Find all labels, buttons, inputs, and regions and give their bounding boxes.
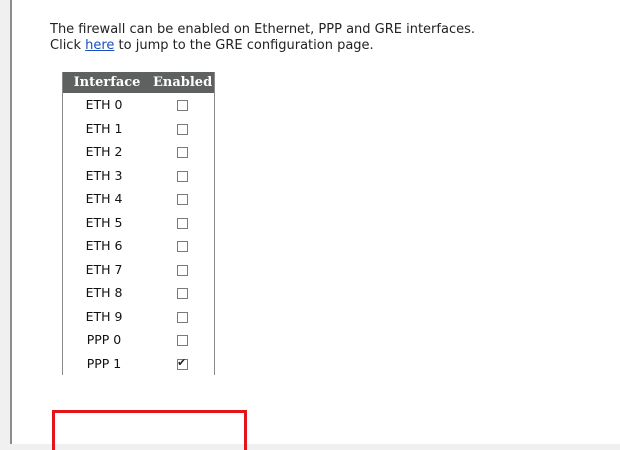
enabled-checkbox[interactable] xyxy=(177,241,189,253)
enabled-checkbox[interactable] xyxy=(177,311,189,323)
enabled-checkbox[interactable] xyxy=(177,335,189,347)
interface-name: ETH 8 xyxy=(85,285,123,301)
interface-name: ETH 1 xyxy=(85,120,123,136)
enabled-cell xyxy=(151,117,215,141)
description-suffix: to jump to the GRE configuration page. xyxy=(114,38,374,53)
table-row: ETH 6 xyxy=(63,234,215,258)
interface-name: ETH 2 xyxy=(85,144,123,160)
interface-name: PPP 0 xyxy=(86,332,122,348)
enabled-checkbox[interactable] xyxy=(177,194,189,206)
interface-name: ETH 7 xyxy=(85,261,123,277)
enabled-cell xyxy=(151,305,215,329)
interface-name: PPP 1 xyxy=(86,355,122,371)
enabled-cell xyxy=(151,211,215,235)
enabled-checkbox[interactable] xyxy=(177,264,189,276)
interface-name: ETH 5 xyxy=(85,214,123,230)
enabled-cell xyxy=(151,234,215,258)
enabled-cell xyxy=(151,140,215,164)
enabled-cell xyxy=(151,187,215,211)
enabled-cell xyxy=(151,258,215,282)
enabled-cell xyxy=(151,281,215,305)
interface-name: ETH 4 xyxy=(85,191,123,207)
header-interface: Interface xyxy=(62,72,151,93)
interface-name: ETH 3 xyxy=(85,167,123,183)
enabled-checkbox[interactable] xyxy=(177,123,189,135)
table-row: ETH 2 xyxy=(63,140,215,164)
header-enabled: Enabled xyxy=(151,72,215,93)
interface-table: Interface Enabled ETH 0 ETH 1 ETH 2 ETH 3 ET… xyxy=(62,72,216,375)
table-row: ETH 3 xyxy=(63,164,215,188)
page: The firewall can be enabled on Ethernet,… xyxy=(0,0,620,450)
description-prefix: Click xyxy=(50,38,86,53)
selection-highlight xyxy=(52,410,247,450)
enabled-checkbox[interactable] xyxy=(177,170,189,182)
interface-name: ETH 0 xyxy=(85,97,123,113)
enabled-checkbox[interactable]: ✔ xyxy=(177,355,189,370)
enabled-cell xyxy=(151,328,215,352)
table-row: PPP 1 ✔ xyxy=(63,352,215,376)
description-line-2: Click here to jump to the GRE configurat… xyxy=(50,38,615,54)
enabled-checkbox[interactable] xyxy=(177,217,189,229)
firewall-description: The firewall can be enabled on Ethernet,… xyxy=(50,22,615,54)
table-row: ETH 8 xyxy=(63,281,215,305)
interface-name: ETH 9 xyxy=(85,308,123,324)
enabled-cell: ✔ xyxy=(151,352,215,376)
table-row: PPP 0 xyxy=(63,328,215,352)
enabled-cell xyxy=(151,93,215,117)
enabled-cell xyxy=(151,164,215,188)
interface-name: ETH 6 xyxy=(85,238,123,254)
table-row: ETH 0 xyxy=(63,93,215,117)
table-row: ETH 1 xyxy=(63,117,215,141)
enabled-checkbox[interactable] xyxy=(177,147,189,159)
table-header-row: Interface Enabled xyxy=(62,72,215,93)
table-row: ETH 5 xyxy=(63,211,215,235)
enabled-checkbox[interactable] xyxy=(177,288,189,300)
interface-rows: ETH 0 ETH 1 ETH 2 ETH 3 ETH 4 ETH 5 ETH 6 ETH 7… xyxy=(63,93,215,375)
table-row: ETH 7 xyxy=(63,258,215,282)
gre-config-link[interactable]: here xyxy=(85,38,114,53)
check-icon: ✔ xyxy=(177,355,187,369)
table-row: ETH 9 xyxy=(63,305,215,329)
enabled-checkbox[interactable] xyxy=(177,100,189,112)
description-line-1: The firewall can be enabled on Ethernet,… xyxy=(50,22,475,37)
table-row: ETH 4 xyxy=(63,187,215,211)
